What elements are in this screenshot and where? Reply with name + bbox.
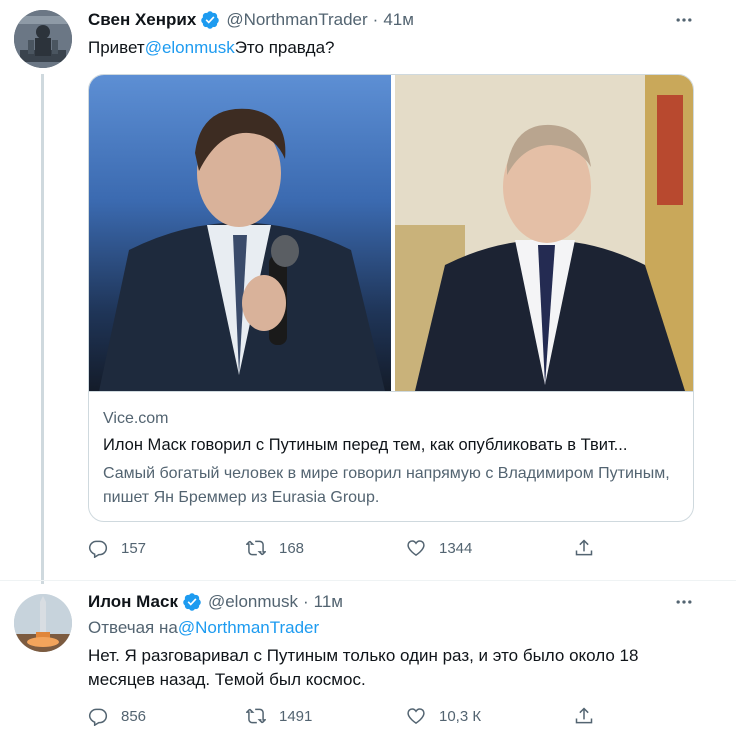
retweet-icon <box>246 540 266 556</box>
tweet-text-before: Привет <box>88 38 145 57</box>
reply-icon <box>88 708 108 726</box>
reply-button[interactable]: 157 <box>88 536 146 560</box>
tweet-actions: 856 1491 10,3 К <box>88 704 608 728</box>
timestamp[interactable]: 41м <box>383 10 414 30</box>
separator-dot: · <box>302 592 309 611</box>
like-button[interactable]: 10,3 К <box>406 704 481 728</box>
author-handle[interactable]: @elonmusk <box>208 592 298 612</box>
tweet-text: Привет@elonmuskЭто правда? <box>88 36 698 60</box>
share-button[interactable] <box>574 536 607 560</box>
mention-link[interactable]: @elonmusk <box>145 38 235 57</box>
tweet-header: Свен Хенрих @NorthmanTrader · 41м <box>88 8 414 32</box>
like-icon <box>407 540 425 556</box>
avatar[interactable] <box>14 594 72 652</box>
avatar[interactable] <box>14 10 72 68</box>
reply-count: 856 <box>121 707 147 725</box>
timestamp[interactable]: 11м <box>314 592 343 612</box>
reply-to-link[interactable]: @NorthmanTrader <box>178 618 319 637</box>
reply-count: 157 <box>121 539 147 557</box>
author-handle[interactable]: @NorthmanTrader <box>226 10 367 30</box>
author-name[interactable]: Илон Маск <box>88 592 178 612</box>
card-description: Самый богатый человек в мире говорил нап… <box>103 465 670 506</box>
more-options-icon[interactable] <box>672 8 696 32</box>
tweet-header: Илон Маск @elonmusk · 11м <box>88 590 343 614</box>
tweet-text-after: Это правда? <box>234 38 335 57</box>
thread-line <box>41 74 44 584</box>
link-card[interactable]: Vice.com Илон Маск говорил с Путиным пер… <box>88 74 694 522</box>
share-icon <box>575 539 593 556</box>
verified-badge-icon <box>183 593 201 611</box>
retweet-button[interactable]: 1491 <box>246 704 312 728</box>
card-image-right <box>395 75 693 391</box>
reply-icon <box>88 540 108 558</box>
like-button[interactable]: 1344 <box>406 536 472 560</box>
like-count: 10,3 К <box>439 707 482 725</box>
retweet-count: 1491 <box>279 707 313 725</box>
card-domain: Vice.com <box>103 410 169 427</box>
verified-badge-icon <box>201 11 220 29</box>
more-options-icon[interactable] <box>672 590 696 614</box>
share-button[interactable] <box>574 704 607 728</box>
retweet-count: 168 <box>279 539 305 557</box>
card-image-left <box>89 75 391 391</box>
separator-dot: · <box>372 10 379 29</box>
card-body: Vice.com Илон Маск говорил с Путиным пер… <box>89 391 693 521</box>
retweet-button[interactable]: 168 <box>246 536 304 560</box>
share-icon <box>575 707 593 724</box>
reply-context: Отвечая на@NorthmanTrader <box>88 616 698 640</box>
tweet-1[interactable]: Свен Хенрих @NorthmanTrader · 41м Привет… <box>0 0 736 584</box>
author-name[interactable]: Свен Хенрих <box>88 10 196 30</box>
card-title: Илон Маск говорил с Путиным перед тем, к… <box>103 436 628 454</box>
reply-button[interactable]: 856 <box>88 704 146 728</box>
like-icon <box>407 708 425 724</box>
tweet-text: Нет. Я разговаривал с Путиным только оди… <box>88 646 639 689</box>
reply-prefix: Отвечая на <box>88 618 178 637</box>
tweet-actions: 157 168 1344 <box>88 536 608 560</box>
like-count: 1344 <box>439 539 473 557</box>
retweet-icon <box>246 708 266 724</box>
